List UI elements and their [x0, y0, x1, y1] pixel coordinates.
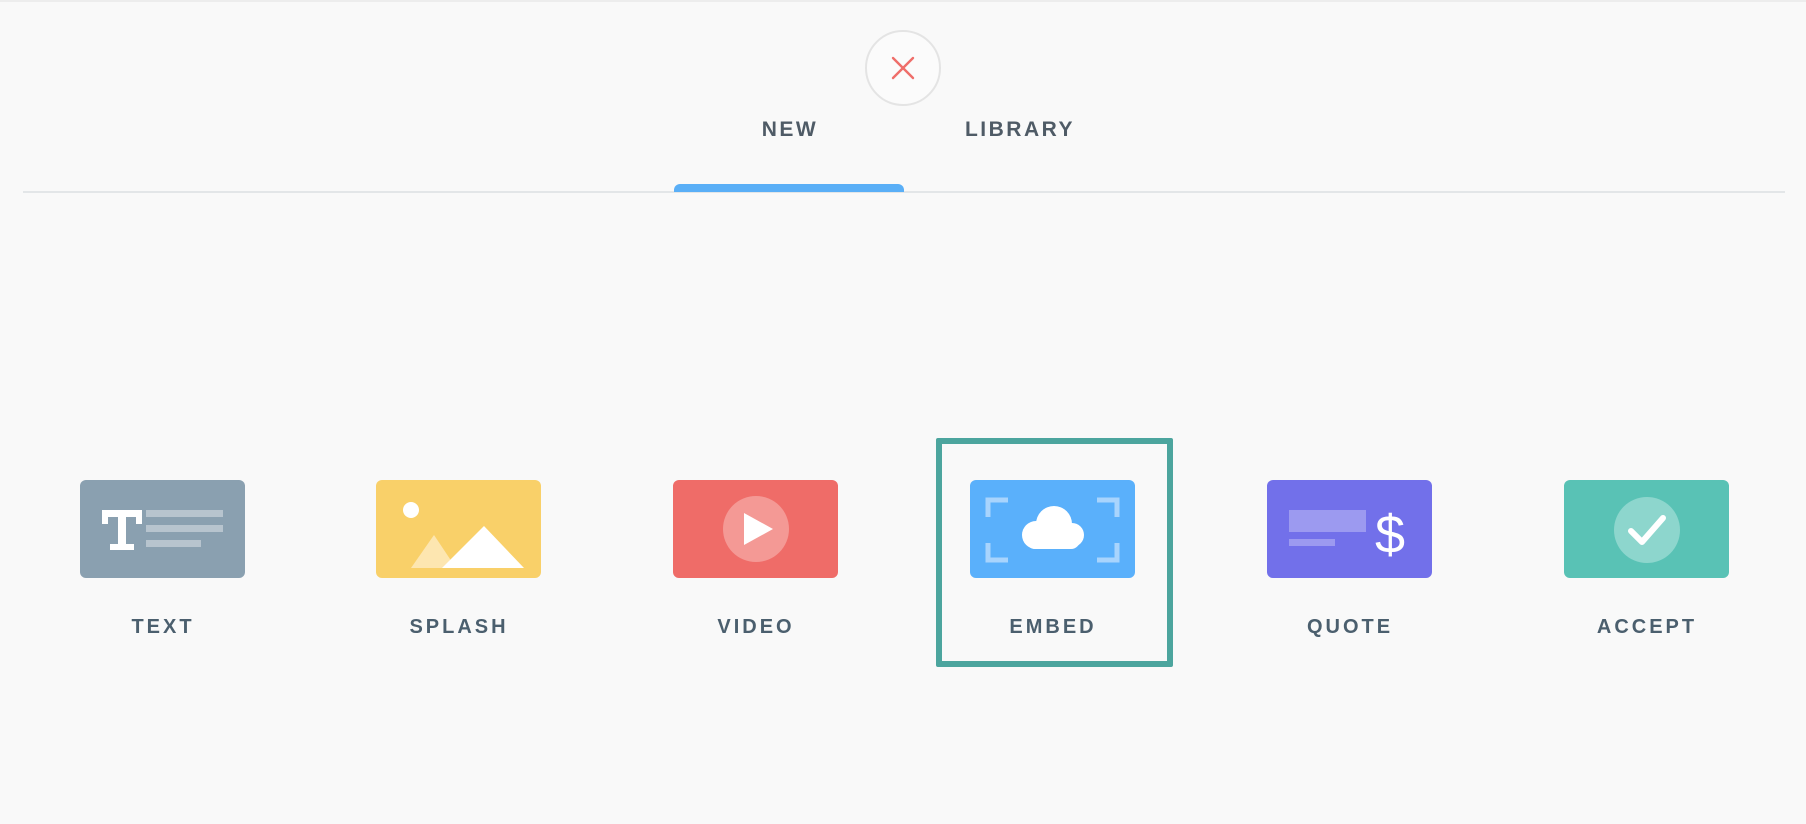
- top-border: [0, 0, 1806, 2]
- block-label-embed: EMBED: [1009, 616, 1097, 638]
- block-option-text[interactable]: TEXT: [80, 480, 246, 638]
- accept-block-tile: [1564, 480, 1729, 578]
- block-option-accept[interactable]: ACCEPT: [1564, 480, 1730, 638]
- tab-divider: [23, 191, 1785, 193]
- splash-image-icon: [403, 502, 524, 568]
- block-label-accept: ACCEPT: [1596, 616, 1698, 638]
- video-play-icon: [723, 496, 789, 562]
- block-label-video: VIDEO: [717, 616, 795, 638]
- add-block-panel: NEW LIBRARY TEXT SPLASH VIDEO EMBED $ QU…: [0, 0, 1806, 824]
- block-option-video[interactable]: VIDEO: [673, 480, 839, 638]
- block-label-text: TEXT: [131, 616, 195, 638]
- close-x-icon: [891, 56, 915, 80]
- accept-check-icon: [1614, 497, 1680, 563]
- embed-cloud-icon: [985, 497, 1120, 563]
- block-option-quote[interactable]: $ QUOTE: [1267, 480, 1433, 638]
- block-option-splash[interactable]: SPLASH: [376, 480, 542, 638]
- tab-new[interactable]: NEW: [740, 118, 840, 150]
- block-option-embed[interactable]: EMBED: [970, 480, 1136, 638]
- tab-library[interactable]: LIBRARY: [950, 118, 1090, 150]
- quote-block-tile: $: [1267, 480, 1432, 578]
- embed-block-tile: [970, 480, 1135, 578]
- block-label-quote: QUOTE: [1306, 616, 1394, 638]
- block-label-splash: SPLASH: [409, 616, 509, 638]
- svg-text:$: $: [1375, 505, 1405, 565]
- text-block-icon: [102, 510, 223, 550]
- close-button[interactable]: [865, 30, 941, 106]
- video-block-tile: [673, 480, 838, 578]
- active-tab-indicator: [674, 184, 904, 192]
- text-block-tile: [80, 480, 245, 578]
- splash-block-tile: [376, 480, 541, 578]
- quote-dollar-icon: $: [1289, 505, 1405, 565]
